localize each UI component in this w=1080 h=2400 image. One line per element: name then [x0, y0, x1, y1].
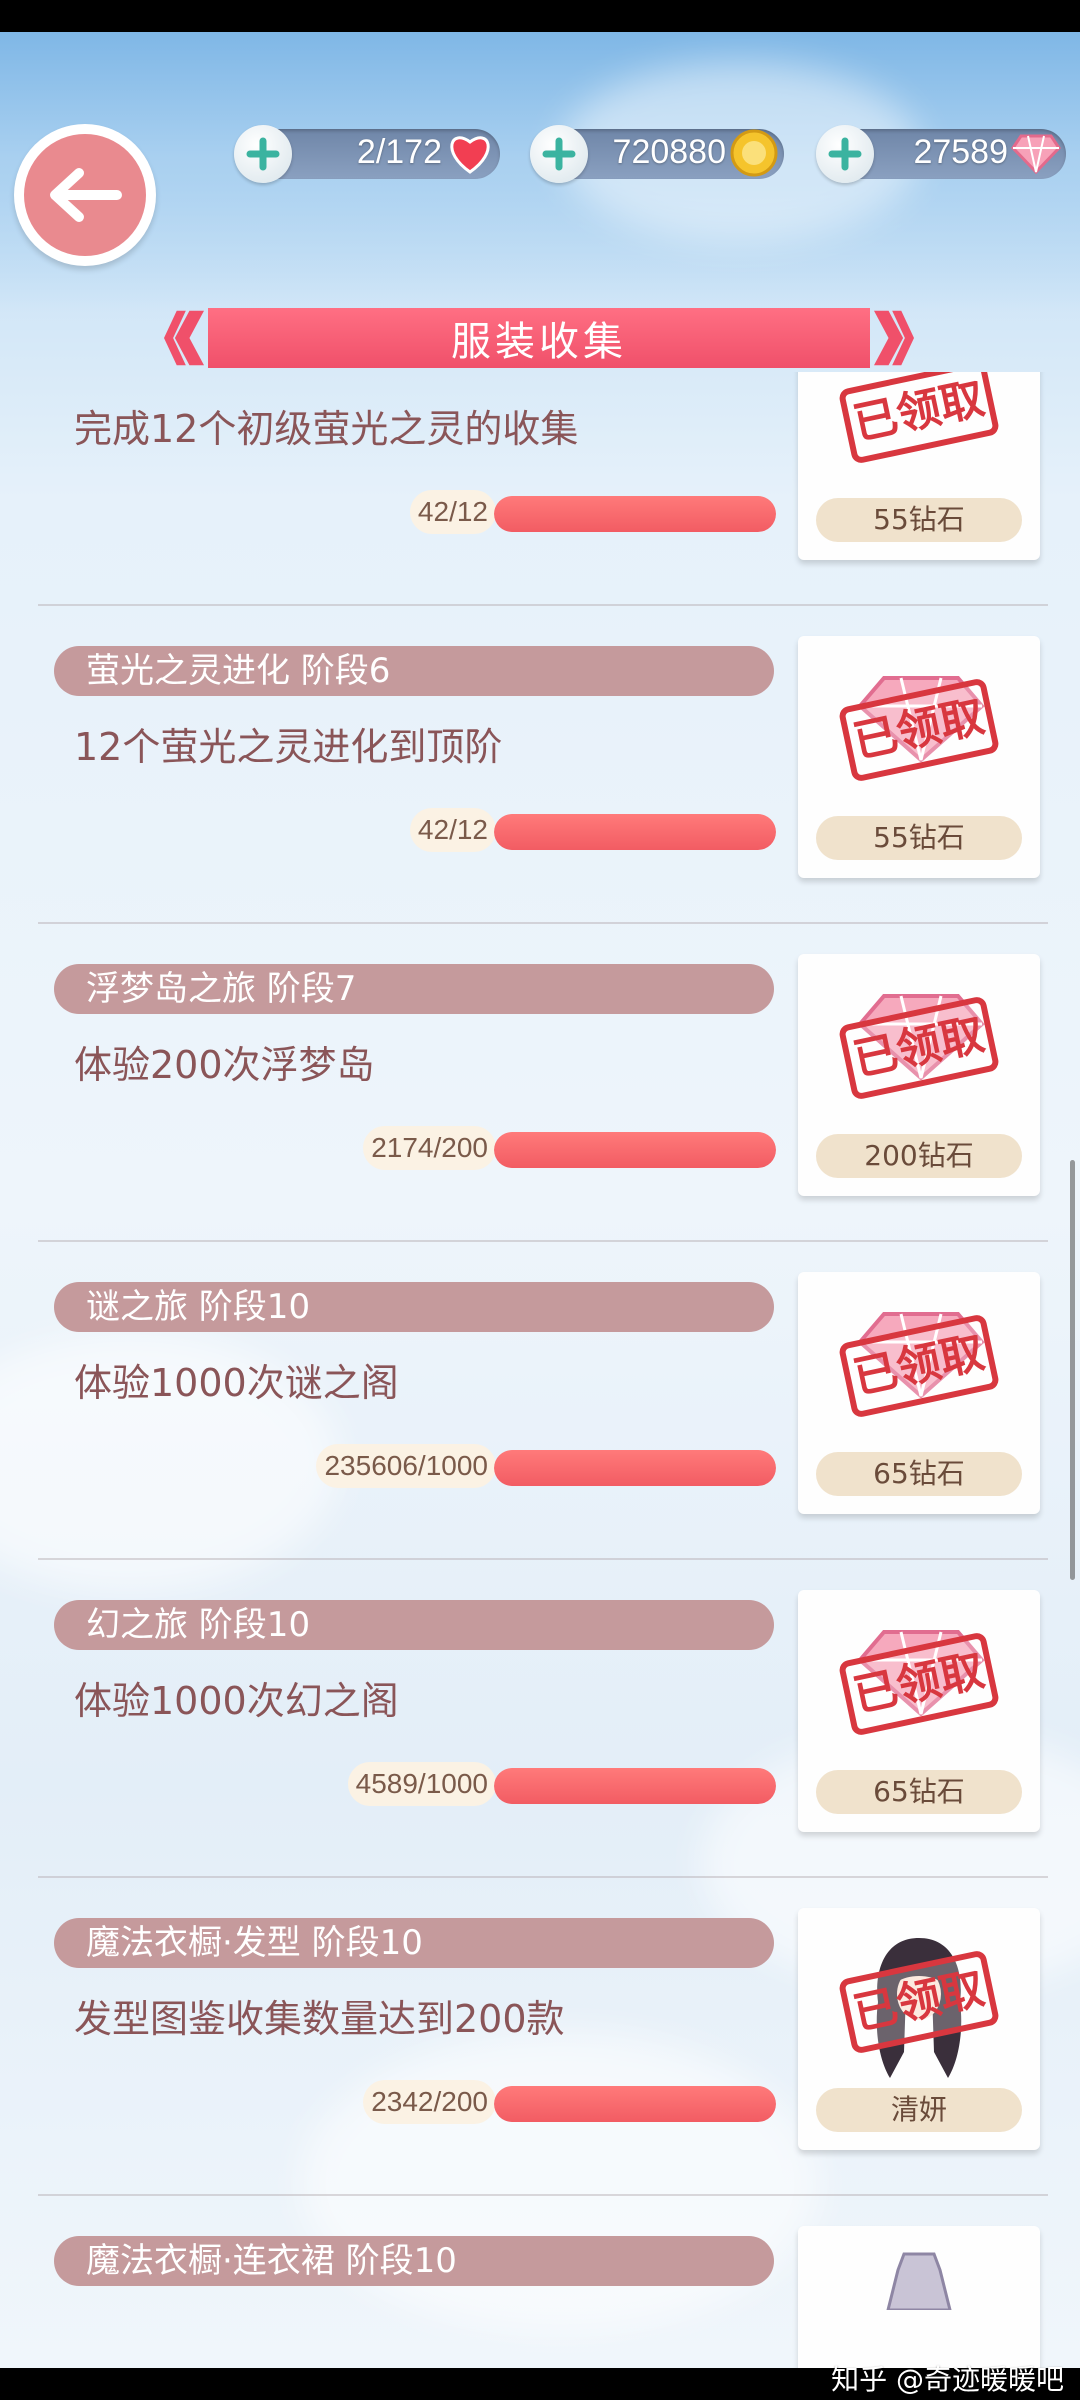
task-title: 魔法衣橱·连衣裙 阶段10 [54, 2236, 774, 2286]
reward-card[interactable]: 已领取 清妍 [798, 1908, 1040, 2150]
task-row: 幻之旅 阶段10 体验1000次幻之阁 4589/1000 已领取 65钻石 [38, 1560, 1048, 1878]
reward-card[interactable]: 已领取 65钻石 [798, 1272, 1040, 1514]
task-title: 浮梦岛之旅 阶段7 [54, 964, 774, 1014]
claimed-stamp: 已领取 [837, 372, 1001, 465]
reward-card[interactable]: 已领取 55钻石 [798, 372, 1040, 560]
reward-label: 55钻石 [816, 816, 1022, 860]
watermark-text: 知乎 @奇迹暖暖吧 [831, 2363, 1064, 2396]
task-title: 幻之旅 阶段10 [54, 1600, 774, 1650]
reward-label: 65钻石 [816, 1770, 1022, 1814]
heart-icon [442, 125, 498, 181]
reward-card[interactable]: 已领取 55钻石 [798, 636, 1040, 878]
reward-card[interactable] [798, 2226, 1040, 2368]
task-description: 体验1000次幻之阁 [74, 1679, 399, 1723]
task-row: 浮梦岛之旅 阶段7 体验200次浮梦岛 2174/200 已领取 200钻石 [38, 924, 1048, 1242]
chevron-left-decoration-icon [164, 310, 204, 366]
task-title: 魔法衣橱·发型 阶段10 [54, 1918, 774, 1968]
game-screen: 2/172 720880 27589 服装收集 完成12个初级萤光之灵的收集 4… [0, 32, 1080, 2368]
task-progress-bar [494, 814, 776, 850]
gold-value: 720880 [612, 133, 726, 171]
reward-card[interactable]: 已领取 65钻石 [798, 1590, 1040, 1832]
stamina-resource: 2/172 [234, 125, 500, 183]
task-progress-text: 42/12 [409, 490, 496, 534]
task-description: 体验200次浮梦岛 [74, 1043, 375, 1087]
task-progress-bar [494, 1132, 776, 1168]
task-progress-text: 2174/200 [363, 1126, 496, 1170]
task-description: 12个萤光之灵进化到顶阶 [74, 725, 503, 769]
reward-label: 清妍 [816, 2088, 1022, 2132]
plus-icon [828, 137, 862, 171]
task-description: 完成12个初级萤光之灵的收集 [74, 407, 579, 451]
back-arrow-icon [50, 168, 122, 222]
task-progress-bar [494, 2086, 776, 2122]
diamond-resource: 27589 [816, 125, 1066, 183]
task-progress-text: 4589/1000 [347, 1762, 496, 1806]
task-row: 魔法衣橱·发型 阶段10 发型图鉴收集数量达到200款 2342/200 已领取… [38, 1878, 1048, 2196]
task-progress-text: 2342/200 [363, 2080, 496, 2124]
chevron-right-decoration-icon [874, 310, 914, 366]
reward-label: 200钻石 [816, 1134, 1022, 1178]
diamond-value: 27589 [913, 133, 1008, 171]
claimed-stamp: 已领取 [837, 1949, 1001, 2055]
stamina-value: 2/172 [356, 133, 442, 171]
task-list[interactable]: 完成12个初级萤光之灵的收集 42/12 已领取 55钻石 萤光之灵进化 阶段6… [0, 372, 1080, 2368]
task-progress-bar [494, 1450, 776, 1486]
plus-icon [246, 137, 280, 171]
diamond-icon [1008, 125, 1064, 181]
task-row: 萤光之灵进化 阶段6 12个萤光之灵进化到顶阶 42/12 已领取 55钻石 [38, 606, 1048, 924]
page-title-banner: 服装收集 [164, 308, 914, 368]
add-diamond-button[interactable] [816, 125, 874, 183]
gold-coin-icon [726, 125, 782, 181]
scrollbar[interactable] [1070, 1160, 1075, 1580]
task-description: 体验1000次谜之阁 [74, 1361, 399, 1405]
plus-icon [542, 137, 576, 171]
gold-resource: 720880 [530, 125, 784, 183]
reward-card[interactable]: 已领取 200钻石 [798, 954, 1040, 1196]
add-stamina-button[interactable] [234, 125, 292, 183]
task-progress-text: 235606/1000 [316, 1444, 496, 1488]
task-row: 完成12个初级萤光之灵的收集 42/12 已领取 55钻石 [38, 372, 1048, 606]
task-title: 萤光之灵进化 阶段6 [54, 646, 774, 696]
reward-label: 55钻石 [816, 498, 1022, 542]
task-row: 魔法衣橱·连衣裙 阶段10 [38, 2196, 1048, 2368]
dress-icon [886, 2252, 952, 2310]
task-row: 谜之旅 阶段10 体验1000次谜之阁 235606/1000 已领取 65钻石 [38, 1242, 1048, 1560]
task-progress-bar [494, 496, 776, 532]
task-progress-text: 42/12 [409, 808, 496, 852]
add-gold-button[interactable] [530, 125, 588, 183]
task-description: 发型图鉴收集数量达到200款 [74, 1997, 565, 2041]
page-title: 服装收集 [451, 319, 627, 365]
task-title: 谜之旅 阶段10 [54, 1282, 774, 1332]
reward-label: 65钻石 [816, 1452, 1022, 1496]
back-button[interactable] [14, 124, 156, 266]
task-progress-bar [494, 1768, 776, 1804]
